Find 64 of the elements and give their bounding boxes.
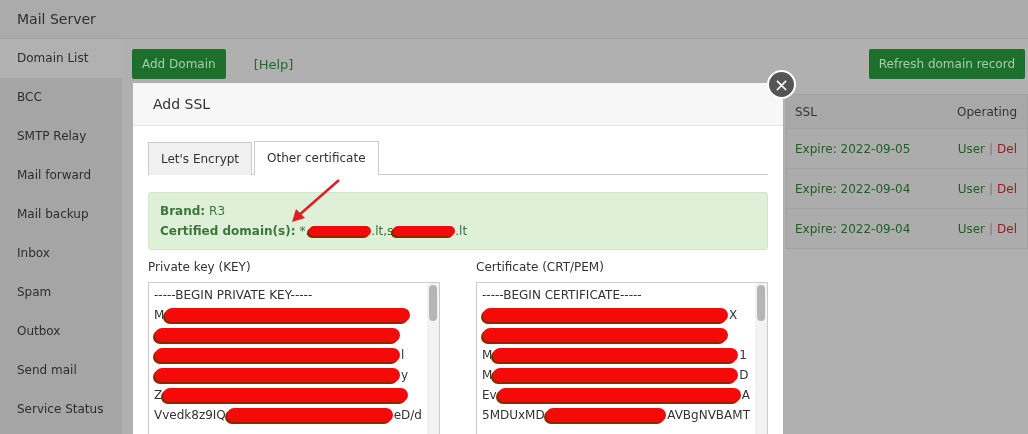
key-text: eD/d xyxy=(393,408,422,422)
domain-text: *. xyxy=(299,223,310,240)
key-text: 1 xyxy=(739,348,747,362)
key-text: D xyxy=(739,368,749,382)
separator: | xyxy=(989,181,994,196)
sidebar-item[interactable]: BCC xyxy=(0,78,122,117)
sidebar-item[interactable]: Send mail xyxy=(0,351,122,390)
user-link[interactable]: User xyxy=(957,221,985,236)
sidebar-item[interactable]: Spam xyxy=(0,273,122,312)
brand-label: Brand: xyxy=(160,203,206,220)
add-domain-button[interactable]: Add Domain xyxy=(132,49,226,79)
app-title: Mail Server xyxy=(17,11,96,27)
key-text: M xyxy=(154,308,165,322)
key-text: -----BEGIN PRIVATE KEY----- xyxy=(154,288,313,302)
domains-label: Certified domain(s): xyxy=(160,223,296,240)
tab[interactable]: Other certificate xyxy=(254,141,379,175)
help-link[interactable]: [Help] xyxy=(253,56,294,72)
key-text: Vvedk8z9IQ xyxy=(154,408,226,422)
refresh-button[interactable]: Refresh domain record xyxy=(868,49,1025,79)
key-text: l xyxy=(401,348,405,362)
scrollbar-thumb[interactable] xyxy=(429,285,437,321)
key-text: A xyxy=(741,388,750,402)
sidebar-item[interactable]: Domain List xyxy=(0,39,122,78)
table-cell: Expire: 2022-09-04 xyxy=(795,221,911,236)
key-text: AVBgNVBAMT xyxy=(667,408,750,422)
key-text: Ev xyxy=(482,388,497,402)
redaction-mark xyxy=(393,226,456,236)
separator: | xyxy=(989,141,994,156)
dialog-title: Add SSL xyxy=(153,96,211,112)
table-cell: Expire: 2022-09-05 xyxy=(795,141,911,156)
redaction-mark xyxy=(309,226,372,236)
user-link[interactable]: User xyxy=(957,141,985,156)
tab[interactable]: Let's Encrypt xyxy=(148,142,253,175)
key-text: M xyxy=(482,368,493,382)
key-text: -----BEGIN CERTIFICATE----- xyxy=(482,288,642,302)
key-text: Z xyxy=(154,388,163,402)
sidebar-item[interactable]: Mail forward xyxy=(0,156,122,195)
close-button[interactable]: × xyxy=(767,70,796,99)
user-link[interactable]: User xyxy=(957,181,985,196)
scrollbar-thumb[interactable] xyxy=(757,285,765,321)
sidebar-item[interactable]: Inbox xyxy=(0,234,122,273)
sidebar-item[interactable]: Mail backup xyxy=(0,195,122,234)
column-header: Operating xyxy=(957,104,1017,119)
delete-link[interactable]: Del xyxy=(997,181,1017,196)
key-text: 5MDUxMD xyxy=(482,408,545,422)
separator: | xyxy=(989,221,994,236)
text-area[interactable]: -----BEGIN CERTIFICATE----- X M 1 M D Ev A 5MDUxMD AVBgNVBAMT xyxy=(476,282,768,434)
sidebar-item[interactable]: SMTP Relay xyxy=(0,117,122,156)
key-text: y xyxy=(401,368,409,382)
field-label: Private key (KEY) xyxy=(148,260,252,274)
domain-text: .lt xyxy=(455,223,468,240)
arrow-annotation xyxy=(290,178,342,224)
column-header: SSL xyxy=(795,104,817,119)
delete-link[interactable]: Del xyxy=(997,221,1017,236)
domain-text: .lt,s xyxy=(371,223,394,240)
text-area[interactable]: -----BEGIN PRIVATE KEY----- M l y Z Vvedk8z9IQ eD/d xyxy=(148,282,440,434)
sidebar-item[interactable]: Service Status xyxy=(0,390,122,429)
table-cell: Expire: 2022-09-04 xyxy=(795,181,911,196)
sidebar-item[interactable]: Outbox xyxy=(0,312,122,351)
brand-value: R3 xyxy=(209,203,226,220)
key-text: X xyxy=(729,308,738,322)
field-label: Certificate (CRT/PEM) xyxy=(476,260,605,274)
delete-link[interactable]: Del xyxy=(997,141,1017,156)
key-text: M xyxy=(482,348,493,362)
